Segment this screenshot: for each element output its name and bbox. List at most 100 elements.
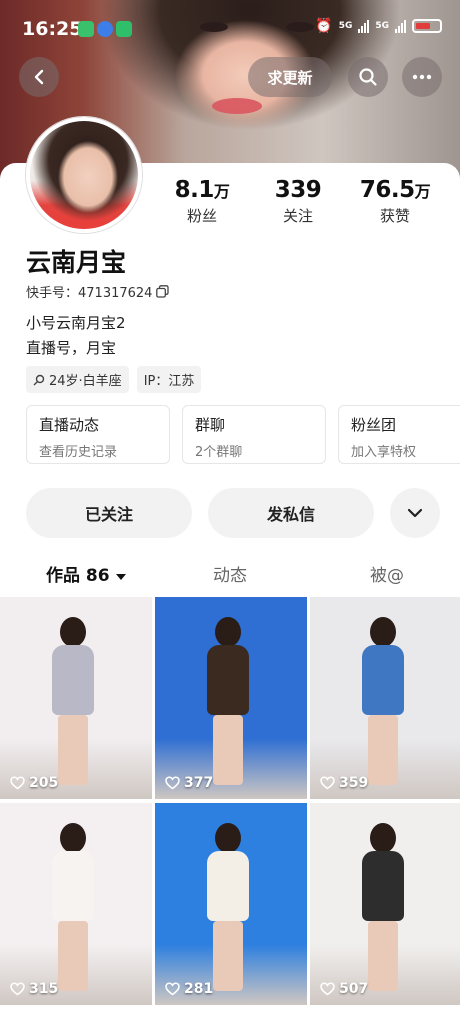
more-icon bbox=[412, 74, 432, 80]
profile-name: 云南月宝 bbox=[26, 248, 127, 277]
status-time: 16:25 bbox=[22, 18, 83, 40]
feature-subtitle: 加入享特权 bbox=[351, 445, 417, 460]
feature-fan-club[interactable]: 粉丝团 加入享特权 bbox=[338, 405, 460, 464]
like-count-value: 205 bbox=[29, 775, 59, 791]
feature-title: 直播动态 bbox=[39, 416, 100, 434]
followed-button[interactable]: 已关注 bbox=[26, 488, 192, 538]
like-count: 315 bbox=[10, 981, 58, 997]
cover-lips bbox=[212, 98, 262, 114]
like-count: 205 bbox=[10, 775, 58, 791]
battery-icon bbox=[412, 19, 442, 33]
heart-icon bbox=[320, 776, 335, 790]
app-notification-icon bbox=[78, 21, 94, 37]
bio-line: 直播号，月宝 bbox=[26, 339, 117, 357]
like-count: 359 bbox=[320, 775, 368, 791]
avatar[interactable] bbox=[26, 117, 142, 233]
video-thumbnail[interactable]: 507 bbox=[310, 803, 460, 1005]
back-button[interactable] bbox=[19, 57, 59, 97]
stat-value: 339 bbox=[274, 177, 322, 203]
video-thumbnail[interactable]: 377 bbox=[155, 597, 307, 799]
signal-icon bbox=[358, 19, 370, 33]
like-count: 507 bbox=[320, 981, 368, 997]
age-tag-text: 24岁·白羊座 bbox=[49, 374, 122, 389]
profile-tags: 24岁·白羊座 IP：江苏 bbox=[26, 366, 202, 393]
feature-title: 粉丝团 bbox=[351, 416, 397, 434]
status-bar: 16:25 ⏰ 5G 5G bbox=[0, 0, 460, 56]
figure-legs bbox=[58, 715, 88, 785]
search-button[interactable] bbox=[348, 57, 388, 97]
network-label: 5G bbox=[375, 21, 389, 31]
age-tag: 24岁·白羊座 bbox=[26, 366, 129, 393]
chevron-left-icon bbox=[34, 69, 44, 85]
status-indicators: ⏰ 5G 5G bbox=[315, 18, 442, 34]
kuaishou-id-row[interactable]: 快手号：471317624 bbox=[26, 282, 170, 301]
app-notification-icon bbox=[116, 21, 132, 37]
copy-icon[interactable] bbox=[156, 285, 170, 298]
feature-title: 群聊 bbox=[195, 416, 226, 434]
video-thumbnail[interactable]: 281 bbox=[155, 803, 307, 1005]
request-update-button[interactable]: 求更新 bbox=[248, 57, 332, 97]
stat-label: 获赞 bbox=[379, 207, 410, 225]
stat-fans[interactable]: 8.1万 粉丝 bbox=[157, 177, 247, 226]
stat-unit: 万 bbox=[213, 182, 230, 201]
alarm-icon: ⏰ bbox=[315, 18, 333, 34]
figure-head bbox=[60, 617, 86, 647]
tab-mentioned[interactable]: 被@ bbox=[370, 561, 404, 586]
video-thumbnail[interactable]: 315 bbox=[0, 803, 152, 1005]
kuaishou-id: 快手号：471317624 bbox=[26, 286, 153, 301]
stat-following[interactable]: 339 关注 bbox=[253, 177, 343, 226]
video-thumbnail[interactable]: 205 bbox=[0, 597, 152, 799]
stat-value: 76.5 bbox=[359, 177, 415, 203]
figure-legs bbox=[213, 921, 243, 991]
expand-button[interactable] bbox=[390, 488, 440, 538]
tab-moments[interactable]: 动态 bbox=[213, 561, 247, 586]
feature-group-chat[interactable]: 群聊 2个群聊 bbox=[182, 405, 326, 464]
heart-icon bbox=[320, 982, 335, 996]
figure-head bbox=[60, 823, 86, 853]
zodiac-icon bbox=[33, 374, 45, 385]
feature-live-history[interactable]: 直播动态 查看历史记录 bbox=[26, 405, 170, 464]
figure-body bbox=[362, 645, 404, 715]
figure-legs bbox=[368, 921, 398, 991]
stat-value: 8.1 bbox=[174, 177, 215, 203]
bio-line: 小号云南月宝2 bbox=[26, 314, 126, 332]
search-icon bbox=[359, 68, 377, 86]
figure-legs bbox=[368, 715, 398, 785]
figure-body bbox=[362, 851, 404, 921]
like-count-value: 359 bbox=[339, 775, 369, 791]
heart-icon bbox=[10, 776, 25, 790]
figure-body bbox=[207, 851, 249, 921]
heart-icon bbox=[10, 982, 25, 996]
like-count: 281 bbox=[165, 981, 213, 997]
app-notification-icon bbox=[97, 21, 113, 37]
heart-icon bbox=[165, 776, 180, 790]
signal-icon bbox=[395, 19, 406, 33]
figure-body bbox=[52, 645, 94, 715]
tab-works-label: 作品 86 bbox=[46, 566, 110, 586]
like-count-value: 315 bbox=[29, 981, 59, 997]
stat-label: 关注 bbox=[282, 207, 313, 225]
figure-body bbox=[207, 645, 249, 715]
stat-label: 粉丝 bbox=[186, 207, 217, 225]
feature-subtitle: 查看历史记录 bbox=[39, 445, 118, 460]
figure-body bbox=[52, 851, 94, 921]
figure-head bbox=[370, 617, 396, 647]
send-message-button[interactable]: 发私信 bbox=[208, 488, 374, 538]
more-button[interactable] bbox=[402, 57, 442, 97]
like-count-value: 507 bbox=[339, 981, 369, 997]
feature-subtitle: 2个群聊 bbox=[195, 445, 243, 460]
like-count: 377 bbox=[165, 775, 213, 791]
stat-unit: 万 bbox=[414, 182, 431, 201]
figure-head bbox=[215, 823, 241, 853]
figure-head bbox=[370, 823, 396, 853]
network-label: 5G bbox=[338, 21, 353, 31]
chevron-down-icon bbox=[407, 508, 423, 518]
figure-head bbox=[215, 617, 241, 647]
heart-icon bbox=[165, 982, 180, 996]
like-count-value: 281 bbox=[184, 981, 214, 997]
figure-legs bbox=[58, 921, 88, 991]
figure-legs bbox=[213, 715, 243, 785]
stat-likes[interactable]: 76.5万 获赞 bbox=[350, 177, 440, 226]
tab-works[interactable]: 作品 86 bbox=[46, 561, 126, 586]
video-thumbnail[interactable]: 359 bbox=[310, 597, 460, 799]
